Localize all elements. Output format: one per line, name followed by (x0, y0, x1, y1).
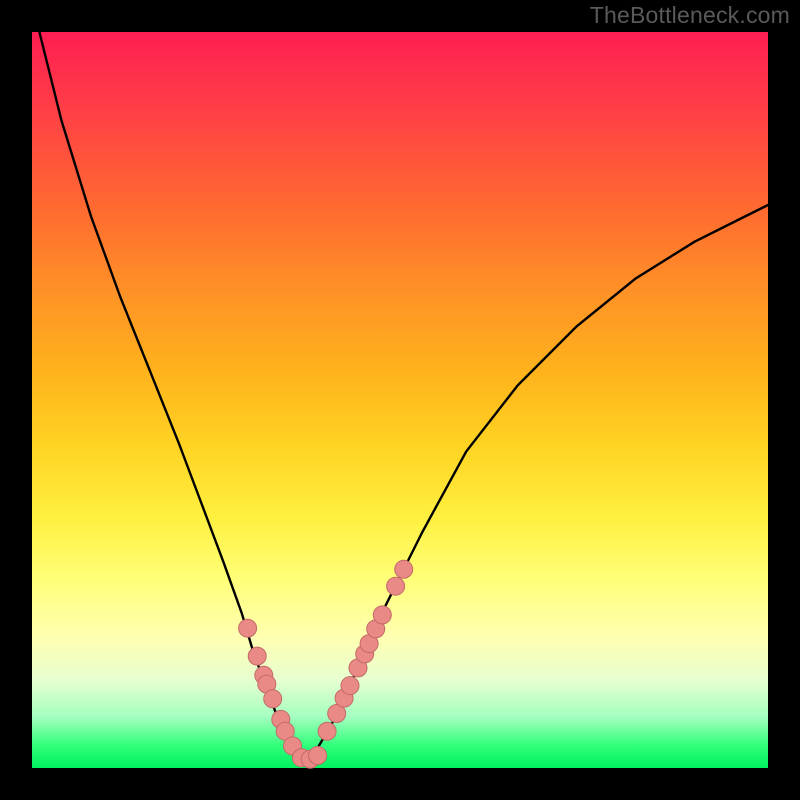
data-point (239, 619, 257, 637)
data-point (318, 722, 336, 740)
data-point (373, 606, 391, 624)
data-point (395, 560, 413, 578)
watermark-label: TheBottleneck.com (590, 2, 790, 29)
data-point (248, 647, 266, 665)
data-point (309, 747, 327, 765)
chart-svg (32, 32, 768, 768)
dot-layer (239, 560, 413, 768)
data-point (387, 577, 405, 595)
data-point (264, 690, 282, 708)
data-point (341, 677, 359, 695)
curve-layer (39, 32, 768, 761)
right-curve (304, 205, 768, 761)
